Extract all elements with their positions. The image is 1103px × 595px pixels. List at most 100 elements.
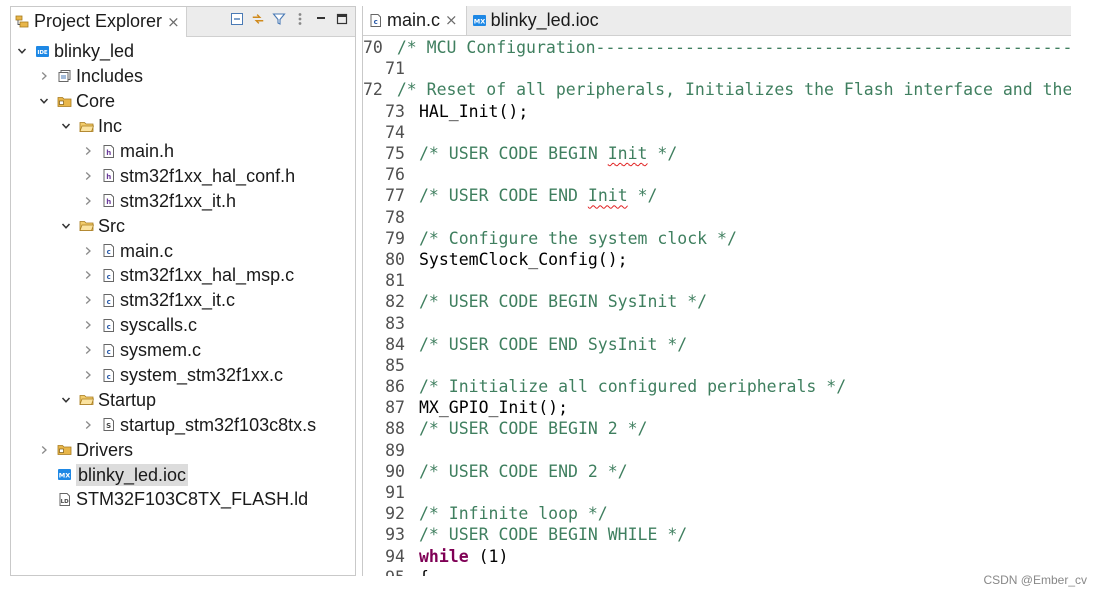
line-number: 73	[385, 101, 405, 121]
chevron-right-icon[interactable]	[37, 69, 51, 83]
code-line: 75 /* USER CODE BEGIN Init */	[363, 143, 1071, 164]
c-file-icon: c	[368, 13, 383, 28]
link-with-editor-icon[interactable]	[251, 11, 265, 27]
project-explorer-icon	[15, 14, 30, 29]
tree-item[interactable]: Includes	[11, 64, 355, 89]
tree-item[interactable]: Startup	[11, 387, 355, 412]
tree-item-label: main.h	[120, 141, 175, 161]
project-explorer-tab[interactable]: Project Explorer ×	[11, 7, 187, 37]
tree-item[interactable]: IDE blinky_led	[11, 39, 355, 64]
line-number: 70	[363, 38, 383, 58]
tree-item[interactable]: c stm32f1xx_it.c	[11, 288, 355, 313]
chevron-down-icon[interactable]	[59, 219, 73, 233]
chevron-right-icon[interactable]	[81, 144, 95, 158]
tree-item[interactable]: c stm32f1xx_hal_msp.c	[11, 263, 355, 288]
tree-item-label: blinky_led.ioc	[76, 463, 189, 486]
project-explorer-view: Project Explorer × IDE blinky_led Includ…	[10, 6, 356, 576]
chevron-down-icon[interactable]	[59, 393, 73, 407]
chevron-down-icon[interactable]	[15, 44, 29, 58]
code-token: */	[647, 144, 678, 164]
view-menu-icon[interactable]	[293, 11, 307, 27]
code-line: 84 /* USER CODE END SysInit */	[363, 334, 1071, 355]
chevron-down-icon[interactable]	[37, 94, 51, 108]
c-file-icon: c	[101, 293, 116, 308]
code-text: /* USER CODE END 2 */	[419, 462, 628, 481]
collapse-all-icon[interactable]	[230, 11, 244, 27]
filter-icon[interactable]	[272, 11, 286, 27]
code-token: /* USER CODE BEGIN SysInit */	[419, 292, 708, 312]
tree-item[interactable]: h stm32f1xx_it.h	[11, 188, 355, 213]
maximize-icon[interactable]	[335, 11, 349, 27]
tree-item-label: STM32F103C8TX_FLASH.ld	[76, 489, 309, 510]
editor-tab[interactable]: c main.c ×	[363, 6, 467, 35]
source-folder-icon	[57, 94, 72, 109]
chevron-right-icon[interactable]	[81, 268, 95, 282]
code-line: 95{	[363, 567, 1071, 576]
c-file-icon: c	[101, 318, 116, 333]
tree-item[interactable]: Drivers	[11, 437, 355, 462]
watermark: CSDN @Ember_cv	[983, 573, 1087, 587]
code-line: 71	[363, 58, 1071, 79]
svg-text:c: c	[374, 18, 378, 26]
chevron-right-icon[interactable]	[81, 293, 95, 307]
view-header: Project Explorer ×	[11, 7, 355, 37]
code-line: 90 /* USER CODE END 2 */	[363, 461, 1071, 482]
code-token: /* Configure the system clock */	[419, 228, 737, 248]
tree-item[interactable]: Src	[11, 213, 355, 238]
tree-item[interactable]: c sysmem.c	[11, 338, 355, 363]
code-token: /* USER CODE BEGIN WHILE */	[419, 525, 688, 545]
chevron-right-icon[interactable]	[81, 194, 95, 208]
code-text: /* Infinite loop */	[419, 504, 608, 523]
tree-item[interactable]: Core	[11, 89, 355, 114]
chevron-right-icon[interactable]	[81, 318, 95, 332]
code-token: /* USER CODE BEGIN	[419, 144, 608, 164]
close-icon[interactable]: ×	[445, 11, 458, 29]
chevron-right-icon[interactable]	[81, 244, 95, 258]
chevron-down-icon[interactable]	[59, 119, 73, 133]
asm-file-icon: S	[101, 417, 116, 432]
editor-tab-bar: c main.c × MX blinky_led.ioc	[363, 6, 1071, 36]
minimize-icon[interactable]	[314, 11, 328, 27]
line-number: 90	[385, 461, 405, 481]
code-token: /* USER CODE END	[419, 186, 588, 206]
editor-tab[interactable]: MX blinky_led.ioc	[467, 6, 607, 35]
tree-item[interactable]: h stm32f1xx_hal_conf.h	[11, 163, 355, 188]
tree-item-label: blinky_led	[54, 41, 135, 62]
code-token: /* Initialize all configured peripherals…	[419, 377, 847, 397]
code-text: /* USER CODE BEGIN SysInit */	[419, 292, 707, 311]
code-text: MX_GPIO_Init();	[419, 398, 568, 417]
close-icon[interactable]: ×	[167, 13, 180, 31]
line-number: 92	[385, 504, 405, 524]
code-line: 89	[363, 440, 1071, 461]
view-toolbar	[230, 11, 349, 27]
tree-item[interactable]: Inc	[11, 114, 355, 139]
tree-item[interactable]: c system_stm32f1xx.c	[11, 363, 355, 388]
header-file-icon: h	[101, 193, 116, 208]
tree-item[interactable]: h main.h	[11, 139, 355, 164]
chevron-right-icon[interactable]	[37, 443, 51, 457]
code-line: 73 HAL_Init();	[363, 101, 1071, 122]
tree-item-label: stm32f1xx_hal_conf.h	[120, 165, 296, 186]
folder-icon	[79, 119, 94, 134]
line-number: 80	[385, 249, 405, 269]
editor-tab-label: main.c	[387, 9, 441, 30]
code-view[interactable]: 70 /* MCU Configuration------------------…	[363, 36, 1071, 576]
code-token: */	[627, 186, 658, 206]
chevron-right-icon[interactable]	[81, 343, 95, 357]
chevron-right-icon[interactable]	[81, 368, 95, 382]
tree-item[interactable]: Sstartup_stm32f103c8tx.s	[11, 412, 355, 437]
svg-text:c: c	[107, 298, 111, 306]
includes-icon	[57, 69, 72, 84]
svg-text:S: S	[106, 422, 111, 430]
folder-icon	[79, 392, 94, 407]
chevron-right-icon[interactable]	[81, 169, 95, 183]
chevron-right-icon[interactable]	[81, 418, 95, 432]
svg-text:c: c	[107, 323, 111, 331]
tree-item[interactable]: MX blinky_led.ioc	[11, 462, 355, 487]
tree-item[interactable]: LD STM32F103C8TX_FLASH.ld	[11, 487, 355, 512]
tree-item-label: stm32f1xx_it.c	[120, 290, 236, 311]
tree-item[interactable]: c main.c	[11, 238, 355, 263]
c-file-icon: c	[101, 268, 116, 283]
tree-item[interactable]: c syscalls.c	[11, 313, 355, 338]
line-number: 79	[385, 228, 405, 248]
